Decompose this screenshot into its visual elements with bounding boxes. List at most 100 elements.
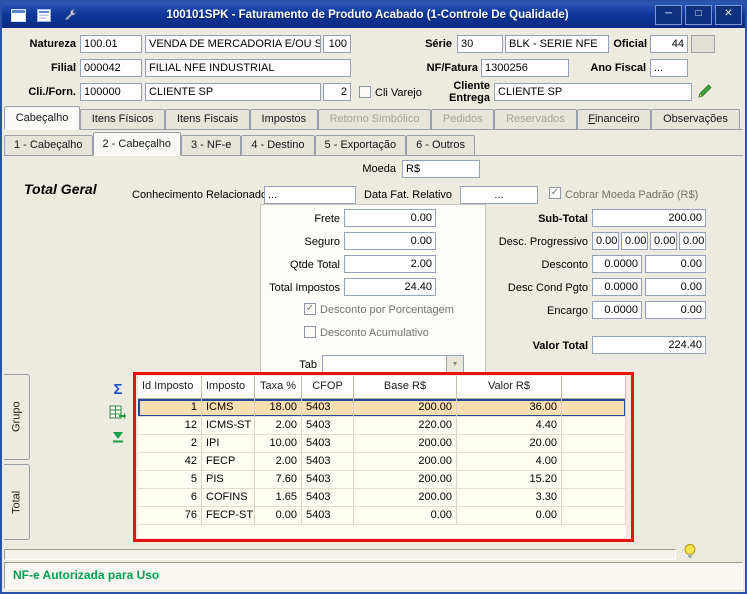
wrench-icon[interactable]: [61, 6, 79, 24]
table-row[interactable]: 12 ICMS-ST 2.00 5403 220.00 4.40: [138, 417, 626, 435]
table-cell: 42: [138, 453, 202, 471]
filial-code-field[interactable]: 000042: [80, 59, 142, 77]
filial-desc-field[interactable]: FILIAL NFE INDUSTRIAL: [145, 59, 351, 77]
desc-progressivo-field-2[interactable]: 0.00: [621, 232, 648, 250]
tab-6-outros[interactable]: 6 - Outros: [406, 135, 475, 155]
moeda-field[interactable]: R$: [402, 160, 480, 178]
serie-code-field[interactable]: 30: [457, 35, 503, 53]
desc-progressivo-field-3[interactable]: 0.00: [650, 232, 677, 250]
table-row[interactable]: 2 IPI 10.00 5403 200.00 20.00: [138, 435, 626, 453]
maximize-button[interactable]: □: [685, 5, 712, 25]
cli-forn-code-field[interactable]: 100000: [80, 83, 142, 101]
tab-1-cabecalho[interactable]: 1 - Cabeçalho: [4, 135, 93, 155]
desc-cond-pgto-value-field[interactable]: 0.00: [645, 278, 706, 296]
table-cell: 7.60: [255, 471, 302, 489]
desconto-value-field[interactable]: 0.00: [645, 255, 706, 273]
column-header[interactable]: CFOP: [302, 376, 354, 398]
table-row[interactable]: 42 FECP 2.00 5403 200.00 4.00: [138, 453, 626, 471]
go-last-button[interactable]: [106, 426, 130, 448]
edit-cliente-entrega-icon[interactable]: [696, 82, 714, 105]
encargo-value-field[interactable]: 0.00: [645, 301, 706, 319]
encargo-pct-field[interactable]: 0.0000: [592, 301, 642, 319]
sub-total-field[interactable]: 200.00: [592, 209, 706, 227]
bottom-splitter[interactable]: [4, 549, 676, 560]
ano-fiscal-field[interactable]: ...: [650, 59, 688, 77]
reports-icon[interactable]: [35, 6, 53, 24]
column-header[interactable]: Valor R$: [457, 376, 562, 398]
tab-5-exportacao[interactable]: 5 - Exportação: [314, 135, 407, 155]
tab-impostos[interactable]: Impostos: [249, 109, 318, 129]
column-header[interactable]: Id Imposto: [138, 376, 202, 398]
table-cell: 12: [138, 417, 202, 435]
table-cell: 4.40: [457, 417, 562, 435]
table-cell: 0.00: [457, 507, 562, 525]
desconto-pct-field[interactable]: 0.0000: [592, 255, 642, 273]
sub-total-label: Sub-Total: [538, 213, 588, 225]
oficial-field[interactable]: 44: [650, 35, 688, 53]
side-tab-total[interactable]: Total: [4, 464, 30, 540]
column-header[interactable]: Imposto: [202, 376, 255, 398]
moeda-label: Moeda: [362, 163, 396, 175]
tab-itens-fiscais[interactable]: Itens Fiscais: [165, 109, 250, 129]
table-cell: ICMS: [202, 399, 255, 417]
cli-forn-loja-field[interactable]: 2: [323, 83, 351, 101]
table-cell: [562, 399, 626, 417]
sigma-icon: Σ: [113, 380, 123, 398]
seguro-field[interactable]: 0.00: [344, 232, 436, 250]
nf-fatura-field[interactable]: 1300256: [481, 59, 569, 77]
frete-field[interactable]: 0.00: [344, 209, 436, 227]
desc-progressivo-field-1[interactable]: 0.00: [592, 232, 619, 250]
side-tab-grupo[interactable]: Grupo: [4, 374, 30, 460]
tab-financeiro[interactable]: Financeiro: [576, 109, 652, 129]
cli-forn-desc-field[interactable]: CLIENTE SP: [145, 83, 321, 101]
column-header[interactable]: [562, 376, 626, 398]
table-cell: [562, 489, 626, 507]
tab-cabecalho[interactable]: Cabeçalho: [4, 106, 81, 130]
tab-itens-fisicos[interactable]: Itens Físicos: [80, 109, 166, 129]
table-row[interactable]: 1 ICMS 18.00 5403 200.00 36.00: [138, 399, 626, 417]
total-impostos-field[interactable]: 24.40: [344, 278, 436, 296]
table-cell: 5403: [302, 453, 354, 471]
tab-3-nf-e[interactable]: 3 - NF-e: [181, 135, 242, 155]
conhecimento-field[interactable]: ...: [264, 186, 356, 204]
tab-4-destino[interactable]: 4 - Destino: [241, 135, 315, 155]
table-row[interactable]: 76 FECP-ST 0.00 5403 0.00 0.00: [138, 507, 626, 525]
cobrar-moeda-label: Cobrar Moeda Padrão (R$): [565, 189, 699, 201]
export-grid-button[interactable]: [106, 402, 130, 424]
desc-progressivo-field-4[interactable]: 0.00: [679, 232, 706, 250]
tab-select-value: [323, 356, 446, 372]
tab-2-cabecalho[interactable]: 2 - Cabeçalho: [92, 132, 181, 156]
natureza-qty-field[interactable]: 100: [323, 35, 351, 53]
tab-observacoes[interactable]: Observações: [651, 109, 740, 129]
form-icon[interactable]: [9, 6, 27, 24]
cliente-entrega-label: Cliente Entrega: [449, 80, 490, 104]
table-cell: 200.00: [354, 471, 457, 489]
table-cell: ICMS-ST: [202, 417, 255, 435]
seguro-label: Seguro: [304, 236, 340, 248]
column-header[interactable]: Base R$: [354, 376, 457, 398]
column-header[interactable]: Taxa %: [255, 376, 302, 398]
table-row[interactable]: 6 COFINS 1.65 5403 200.00 3.30: [138, 489, 626, 507]
table-cell: 1: [138, 399, 202, 417]
desconto-porcentagem-label: Desconto por Porcentagem: [320, 304, 454, 316]
valor-total-field[interactable]: 224.40: [592, 336, 706, 354]
natureza-code-field[interactable]: 100.01: [80, 35, 142, 53]
data-fat-field[interactable]: ...: [460, 186, 538, 204]
natureza-desc-field[interactable]: VENDA DE MERCADORIA E/OU SERVI: [145, 35, 321, 53]
table-row[interactable]: 5 PIS 7.60 5403 200.00 15.20: [138, 471, 626, 489]
cliente-entrega-field[interactable]: CLIENTE SP: [494, 83, 692, 101]
oficial-lookup-button[interactable]: [691, 35, 715, 53]
table-cell: 3.30: [457, 489, 562, 507]
cli-varejo-checkbox[interactable]: [359, 86, 371, 98]
desc-cond-pgto-pct-field[interactable]: 0.0000: [592, 278, 642, 296]
table-cell: 5403: [302, 417, 354, 435]
impostos-table: Id Imposto Imposto Taxa % CFOP Base R$ Valor …: [138, 376, 626, 538]
status-message: NF-e Autorizada para Uso: [13, 568, 160, 582]
table-cell: 5403: [302, 471, 354, 489]
sum-button[interactable]: Σ: [106, 378, 130, 400]
dropdown-arrow-icon: ▼: [446, 356, 463, 372]
minimize-button[interactable]: ─: [655, 5, 682, 25]
qtde-total-field[interactable]: 2.00: [344, 255, 436, 273]
serie-desc-field[interactable]: BLK - SERIE NFE: [505, 35, 609, 53]
close-button[interactable]: ✕: [715, 5, 742, 25]
